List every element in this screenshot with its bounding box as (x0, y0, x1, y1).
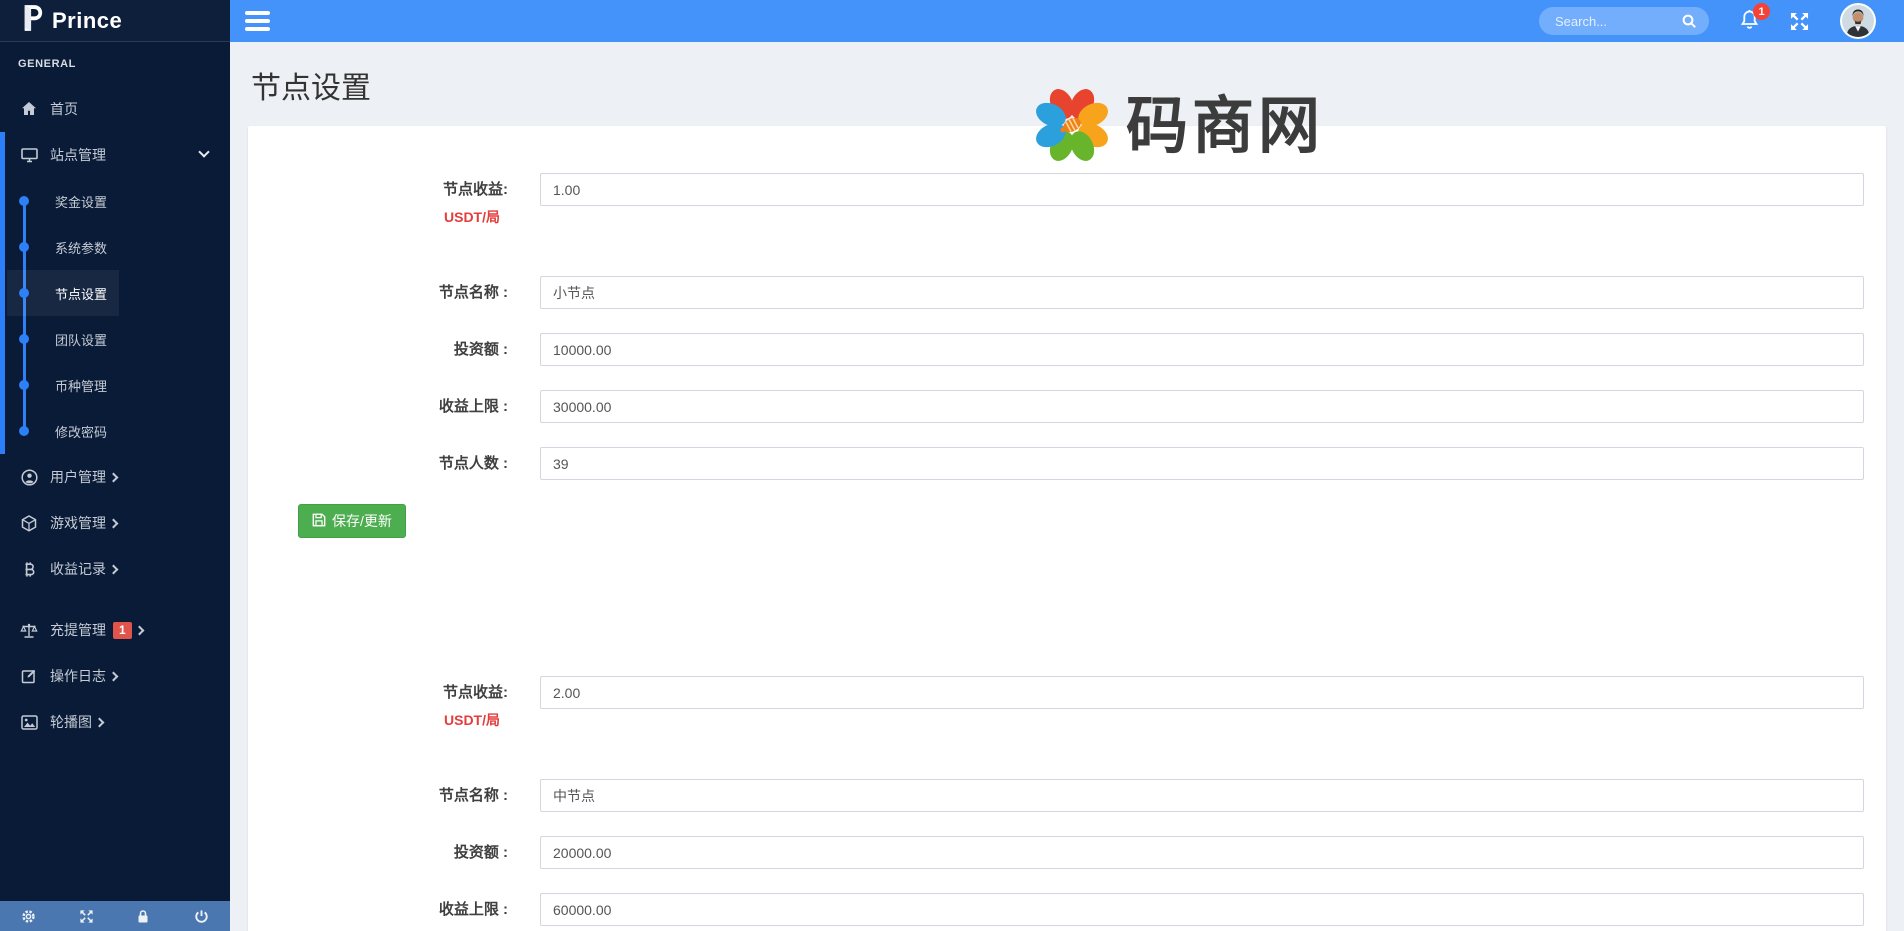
field-label-node-name: 节点名称 : (248, 779, 540, 812)
fullscreen-icon[interactable] (79, 909, 94, 924)
sidebar-nav: 首页 站点管理 奖金设置 系统参数 (0, 86, 230, 745)
sidebar-item-label: 操作日志 (50, 666, 106, 686)
sidebar-item-label: 游戏管理 (50, 513, 106, 533)
edit-icon (20, 667, 38, 685)
node-income-input-2[interactable] (540, 676, 1864, 709)
node-section-1: 节点收益: USDT/局 节点名称 : 投资额 : 收益上限 : 节点人数 : (248, 173, 1864, 538)
form-row: 收益上限 : (248, 893, 1864, 926)
income-cap-input-2[interactable] (540, 893, 1864, 926)
form-row: 投资额 : (248, 836, 1864, 869)
sidebar-group-site-management: 站点管理 奖金设置 系统参数 节点设置 团队设置 (0, 132, 230, 454)
image-icon (20, 713, 38, 731)
sidebar-subitem-currency-management[interactable]: 币种管理 (0, 362, 230, 408)
sidebar-item-user-management[interactable]: 用户管理 (0, 454, 230, 500)
search-box (1539, 7, 1709, 35)
sidebar-item-site-management[interactable]: 站点管理 (0, 132, 230, 178)
form-row: 节点收益: USDT/局 (248, 173, 1864, 225)
sidebar-item-label: 收益记录 (50, 559, 106, 579)
investment-input-2[interactable] (540, 836, 1864, 869)
sidebar-subitem-node-settings[interactable]: 节点设置 (0, 270, 230, 316)
sidebar-subitem-system-params[interactable]: 系统参数 (0, 224, 230, 270)
fullscreen-icon[interactable] (1789, 11, 1810, 32)
chevron-right-icon (109, 564, 119, 574)
form-row: 节点人数 : (248, 447, 1864, 480)
user-icon (20, 468, 38, 486)
unit-note: USDT/局 (248, 209, 508, 225)
field-label-investment: 投资额 : (248, 836, 540, 869)
income-cap-input[interactable] (540, 390, 1864, 423)
sidebar-item-earnings-records[interactable]: 收益记录 (0, 546, 230, 592)
sidebar-item-game-management[interactable]: 游戏管理 (0, 500, 230, 546)
bitcoin-icon (20, 560, 38, 578)
chevron-right-icon (109, 671, 119, 681)
chevron-right-icon (134, 625, 144, 635)
chevron-right-icon (109, 472, 119, 482)
node-settings-card: 节点收益: USDT/局 节点名称 : 投资额 : 收益上限 : 节点人数 : (248, 126, 1886, 931)
sidebar-item-label: 充提管理 (50, 620, 106, 640)
deposit-badge: 1 (113, 622, 132, 639)
sidebar-subitem-change-password[interactable]: 修改密码 (0, 408, 230, 454)
sidebar-footer (0, 901, 230, 931)
sidebar-submenu: 奖金设置 系统参数 节点设置 团队设置 币种管理 (0, 178, 230, 454)
sidebar-item-carousel[interactable]: 轮播图 (0, 699, 230, 745)
field-label-node-income: 节点收益: USDT/局 (248, 676, 540, 728)
topbar-controls: 1 (1539, 0, 1904, 42)
page-title: 节点设置 (251, 63, 1886, 107)
sidebar: Prince GENERAL 首页 站点管理 奖金设置 (0, 0, 230, 931)
node-section-2: 节点收益: USDT/局 节点名称 : 投资额 : 收益上限 : 节点人数 : (248, 676, 1864, 931)
cube-icon (20, 514, 38, 532)
home-icon (20, 100, 38, 118)
sidebar-item-label: 站点管理 (50, 145, 106, 165)
form-row: 投资额 : (248, 333, 1864, 366)
unit-note: USDT/局 (248, 712, 508, 728)
form-row: 收益上限 : (248, 390, 1864, 423)
notification-badge: 1 (1753, 3, 1770, 20)
sidebar-subitem-bonus-settings[interactable]: 奖金设置 (0, 178, 230, 224)
form-row: 节点名称 : (248, 276, 1864, 309)
sidebar-subitem-team-settings[interactable]: 团队设置 (0, 316, 230, 362)
field-label-node-income: 节点收益: USDT/局 (248, 173, 540, 225)
chevron-down-icon (198, 146, 209, 157)
field-label-income-cap: 收益上限 : (248, 390, 540, 423)
field-label-node-count: 节点人数 : (248, 447, 540, 480)
sidebar-section-label: GENERAL (0, 42, 230, 80)
investment-input[interactable] (540, 333, 1864, 366)
field-label-node-name: 节点名称 : (248, 276, 540, 309)
search-icon[interactable] (1681, 13, 1697, 29)
main-content: 节点设置 节点收益: USDT/局 节点名称 : 投资额 : 收益上限 : (230, 42, 1904, 931)
monitor-icon (20, 146, 38, 164)
sidebar-item-label: 首页 (50, 99, 78, 119)
app-title: Prince (52, 8, 122, 34)
scales-icon (20, 621, 38, 639)
power-icon[interactable] (194, 909, 209, 924)
avatar[interactable] (1840, 3, 1876, 39)
field-label-investment: 投资额 : (248, 333, 540, 366)
node-name-input[interactable] (540, 276, 1864, 309)
topbar: 1 (230, 0, 1904, 42)
sidebar-item-deposit-withdraw-management[interactable]: 充提管理 1 (0, 607, 230, 653)
hamburger-menu-icon[interactable] (245, 7, 270, 35)
node-name-input-2[interactable] (540, 779, 1864, 812)
prince-logo-icon (20, 4, 44, 37)
chevron-right-icon (109, 518, 119, 528)
sidebar-item-operation-logs[interactable]: 操作日志 (0, 653, 230, 699)
node-count-input[interactable] (540, 447, 1864, 480)
lock-icon[interactable] (136, 909, 151, 924)
save-update-button[interactable]: 保存/更新 (298, 504, 406, 538)
form-row: 节点收益: USDT/局 (248, 676, 1864, 728)
sidebar-item-label: 用户管理 (50, 467, 106, 487)
notifications-button[interactable]: 1 (1739, 9, 1761, 33)
app-logo[interactable]: Prince (0, 0, 230, 42)
chevron-right-icon (95, 717, 105, 727)
sidebar-item-label: 轮播图 (50, 712, 92, 732)
gear-icon[interactable] (21, 909, 36, 924)
field-label-income-cap: 收益上限 : (248, 893, 540, 926)
save-icon (312, 513, 326, 530)
node-income-input[interactable] (540, 173, 1864, 206)
form-row: 节点名称 : (248, 779, 1864, 812)
search-input[interactable] (1555, 14, 1681, 29)
sidebar-item-home[interactable]: 首页 (0, 86, 230, 132)
